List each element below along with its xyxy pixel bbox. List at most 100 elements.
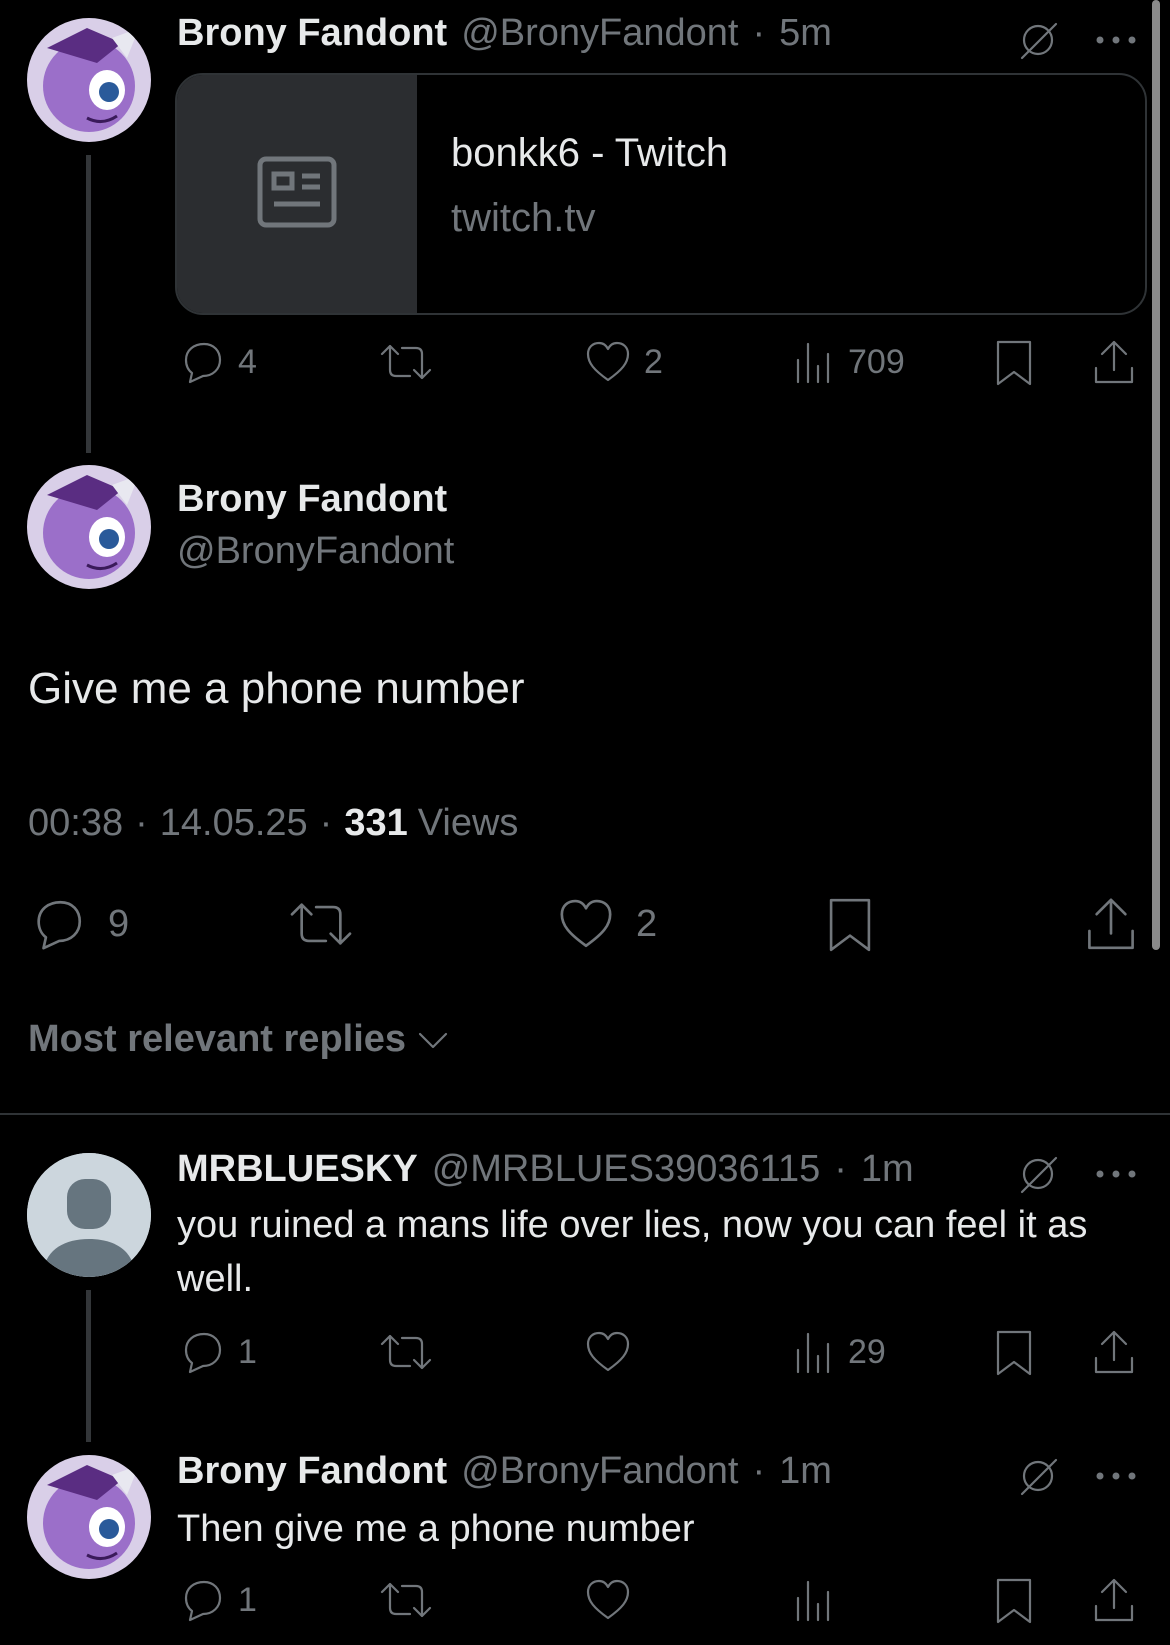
thread-line (86, 1290, 91, 1442)
avatar[interactable] (27, 1153, 151, 1277)
repost-button[interactable] (378, 338, 434, 391)
divider (0, 1113, 1170, 1115)
chevron-down-icon (416, 1028, 450, 1052)
author-name[interactable]: MRBLUESKY (177, 1148, 418, 1191)
more-icon[interactable] (1090, 1148, 1142, 1200)
card-thumbnail (177, 75, 417, 313)
share-button[interactable] (1082, 895, 1140, 960)
repost-icon (378, 338, 434, 391)
grok-icon[interactable] (1012, 1450, 1064, 1502)
bookmark-icon (824, 895, 876, 960)
reply-button[interactable]: 1 (178, 1328, 257, 1376)
author-name[interactable]: Brony Fandont (177, 12, 447, 55)
reply-button[interactable]: 9 (28, 895, 129, 953)
reply-count: 4 (238, 342, 257, 381)
like-button[interactable]: 2 (584, 338, 663, 386)
grok-icon[interactable] (1012, 14, 1064, 66)
timestamp[interactable]: 1m (779, 1450, 832, 1493)
sort-label: Most relevant replies (28, 1018, 407, 1060)
like-button[interactable] (584, 1576, 632, 1629)
bookmark-button[interactable] (992, 338, 1036, 393)
post-text: Give me a phone number (28, 664, 525, 713)
share-icon (1090, 1576, 1138, 1631)
reply-count: 1 (238, 1580, 257, 1619)
views-button[interactable]: 709 (792, 338, 905, 386)
avatar[interactable] (27, 18, 151, 142)
like-button[interactable] (584, 1328, 632, 1381)
heart-icon (584, 1576, 632, 1629)
reply-text: Then give me a phone number (177, 1508, 695, 1550)
card-domain: twitch.tv (451, 196, 596, 240)
author-name[interactable]: Brony Fandont (177, 1450, 447, 1493)
author-handle[interactable]: @MRBLUES39036115 (432, 1148, 821, 1191)
thread-line (86, 155, 91, 453)
share-button[interactable] (1090, 1328, 1138, 1383)
repost-icon (378, 1576, 434, 1629)
grok-icon[interactable] (1012, 1148, 1064, 1200)
reply-button[interactable]: 1 (178, 1576, 257, 1624)
author-handle[interactable]: @BronyFandont (461, 1450, 738, 1493)
scrollbar[interactable] (1152, 0, 1160, 950)
avatar[interactable] (27, 465, 151, 589)
share-icon (1090, 338, 1138, 393)
heart-icon (584, 338, 632, 386)
author-handle[interactable]: @BronyFandont (461, 12, 738, 55)
reply-icon (28, 895, 88, 953)
reply-count: 1 (238, 1332, 257, 1371)
separator: · (135, 802, 148, 844)
like-count: 2 (636, 902, 658, 945)
views-button[interactable]: 29 (792, 1328, 886, 1376)
repost-icon (378, 1328, 434, 1381)
author-name[interactable]: Brony Fandont (177, 478, 447, 521)
like-count: 2 (644, 342, 663, 381)
link-card[interactable]: bonkk6 - Twitch twitch.tv (175, 73, 1147, 315)
share-icon (1090, 1328, 1138, 1383)
post-header: Brony Fandont @BronyFandont · 5m (177, 12, 832, 55)
views-label: Views (417, 802, 519, 844)
separator: · (319, 802, 333, 844)
bookmark-button[interactable] (824, 895, 876, 960)
reply-icon (178, 338, 226, 386)
bookmark-button[interactable] (992, 1328, 1036, 1383)
bookmark-icon (992, 1328, 1036, 1383)
separator: · (834, 1148, 847, 1190)
share-button[interactable] (1090, 1576, 1138, 1631)
more-icon[interactable] (1090, 1450, 1142, 1502)
views-icon (792, 338, 836, 386)
separator: · (752, 1450, 766, 1492)
reply-header: MRBLUESKY @MRBLUES39036115 · 1m (177, 1148, 914, 1191)
more-icon[interactable] (1090, 14, 1142, 66)
share-button[interactable] (1090, 338, 1138, 393)
author-handle[interactable]: @BronyFandont (177, 530, 454, 573)
bookmark-icon (992, 1576, 1036, 1631)
views-count: 709 (848, 342, 905, 381)
timestamp[interactable]: 1m (861, 1148, 914, 1191)
share-icon (1082, 895, 1140, 960)
reply-button[interactable]: 4 (178, 338, 257, 386)
repost-button[interactable] (378, 1328, 434, 1381)
separator: · (752, 12, 766, 54)
views-icon (792, 1576, 836, 1629)
bookmark-button[interactable] (992, 1576, 1036, 1631)
reply-icon (178, 1328, 226, 1376)
article-icon (257, 156, 337, 233)
replies-sort-dropdown[interactable]: Most relevant replies (28, 1018, 450, 1061)
views-number[interactable]: 331 (344, 802, 407, 845)
bookmark-icon (992, 338, 1036, 393)
repost-button[interactable] (378, 1576, 434, 1629)
repost-button[interactable] (286, 895, 356, 958)
post-metadata: 00:38 · 14.05.25 · 331 Views (28, 802, 518, 845)
timestamp[interactable]: 5m (779, 12, 832, 55)
views-button[interactable] (792, 1576, 836, 1629)
card-title: bonkk6 - Twitch (451, 131, 729, 175)
reply-header: Brony Fandont @BronyFandont · 1m (177, 1450, 832, 1493)
reply-icon (178, 1576, 226, 1624)
repost-icon (286, 895, 356, 958)
like-button[interactable]: 2 (556, 895, 657, 953)
reply-text: you ruined a mans life over lies, now yo… (177, 1204, 1088, 1300)
heart-icon (556, 895, 616, 953)
views-icon (792, 1328, 836, 1376)
avatar[interactable] (27, 1455, 151, 1579)
post-date: 14.05.25 (159, 802, 308, 844)
views-count: 29 (848, 1332, 886, 1371)
